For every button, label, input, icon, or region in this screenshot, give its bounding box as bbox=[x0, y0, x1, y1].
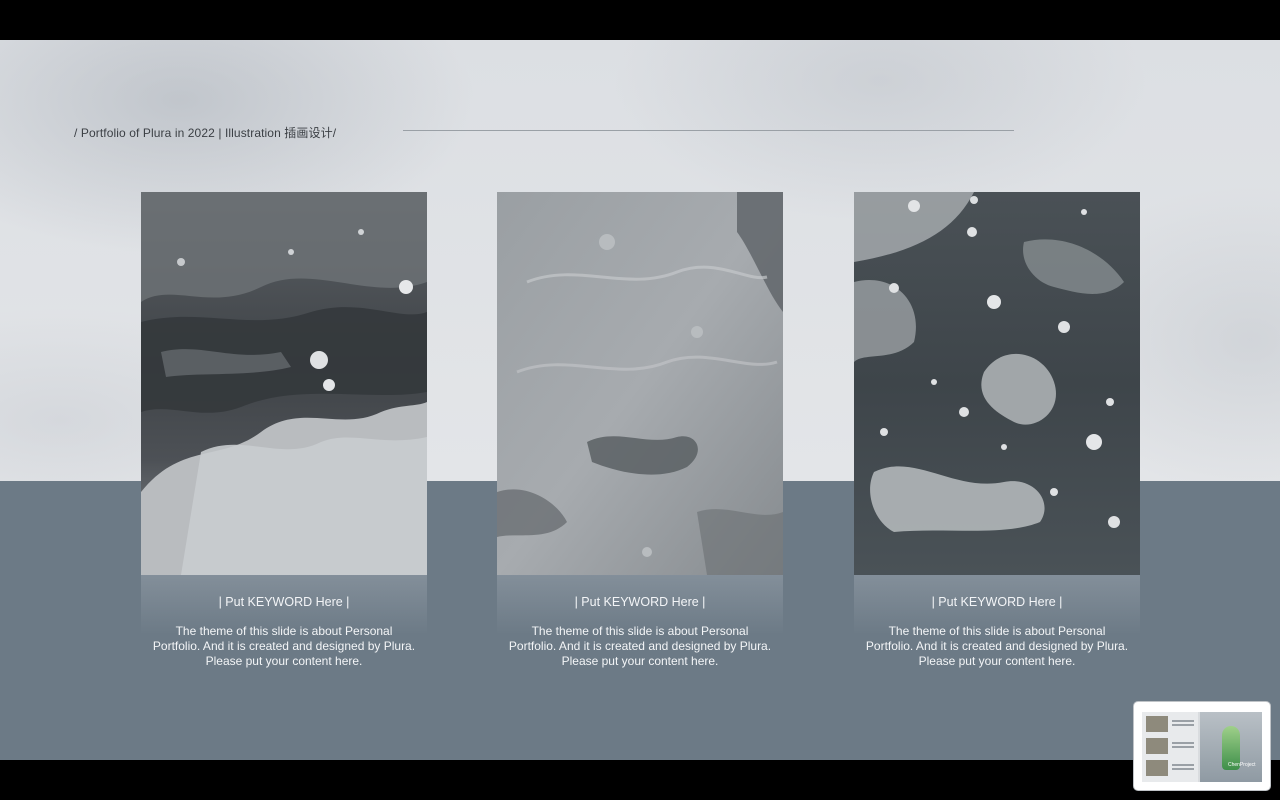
thumbnail-caption: ChenProject bbox=[1228, 762, 1256, 768]
card-photo-water-rocks bbox=[141, 192, 427, 575]
thumbnail-slide: ChenProject bbox=[1142, 712, 1262, 782]
card-description: The theme of this slide is about Persona… bbox=[508, 624, 772, 668]
portfolio-card-2: | Put KEYWORD Here | The theme of this s… bbox=[497, 192, 783, 668]
thumbnail-text-line bbox=[1172, 724, 1194, 726]
thumbnail-left-panel bbox=[1142, 712, 1198, 782]
card-keyword: | Put KEYWORD Here | bbox=[574, 595, 706, 609]
card-photo-sea-foam bbox=[854, 192, 1140, 575]
thumbnail-text-line bbox=[1172, 768, 1194, 770]
header-divider bbox=[403, 130, 1014, 131]
thumbnail-text-line bbox=[1172, 720, 1194, 722]
slide-thumbnail-preview[interactable]: ChenProject bbox=[1134, 702, 1270, 790]
thumbnail-text-line bbox=[1172, 742, 1194, 744]
card-description: The theme of this slide is about Persona… bbox=[865, 624, 1129, 668]
thumbnail-image bbox=[1146, 738, 1168, 754]
letterbox-bottom bbox=[0, 760, 1280, 800]
card-keyword: | Put KEYWORD Here | bbox=[218, 595, 350, 609]
thumbnail-image bbox=[1146, 760, 1168, 776]
card-photo-frothy-water bbox=[497, 192, 783, 575]
portfolio-card-1: | Put KEYWORD Here | The theme of this s… bbox=[141, 192, 427, 668]
slide-header-title: / Portfolio of Plura in 2022 | Illustrat… bbox=[74, 126, 337, 140]
portfolio-card-3: | Put KEYWORD Here | The theme of this s… bbox=[854, 192, 1140, 668]
thumbnail-image bbox=[1146, 716, 1168, 732]
slide-canvas: / Portfolio of Plura in 2022 | Illustrat… bbox=[0, 40, 1280, 760]
card-keyword: | Put KEYWORD Here | bbox=[931, 595, 1063, 609]
thumbnail-text-line bbox=[1172, 746, 1194, 748]
letterbox-top bbox=[0, 0, 1280, 40]
thumbnail-text-line bbox=[1172, 764, 1194, 766]
card-description: The theme of this slide is about Persona… bbox=[152, 624, 416, 668]
